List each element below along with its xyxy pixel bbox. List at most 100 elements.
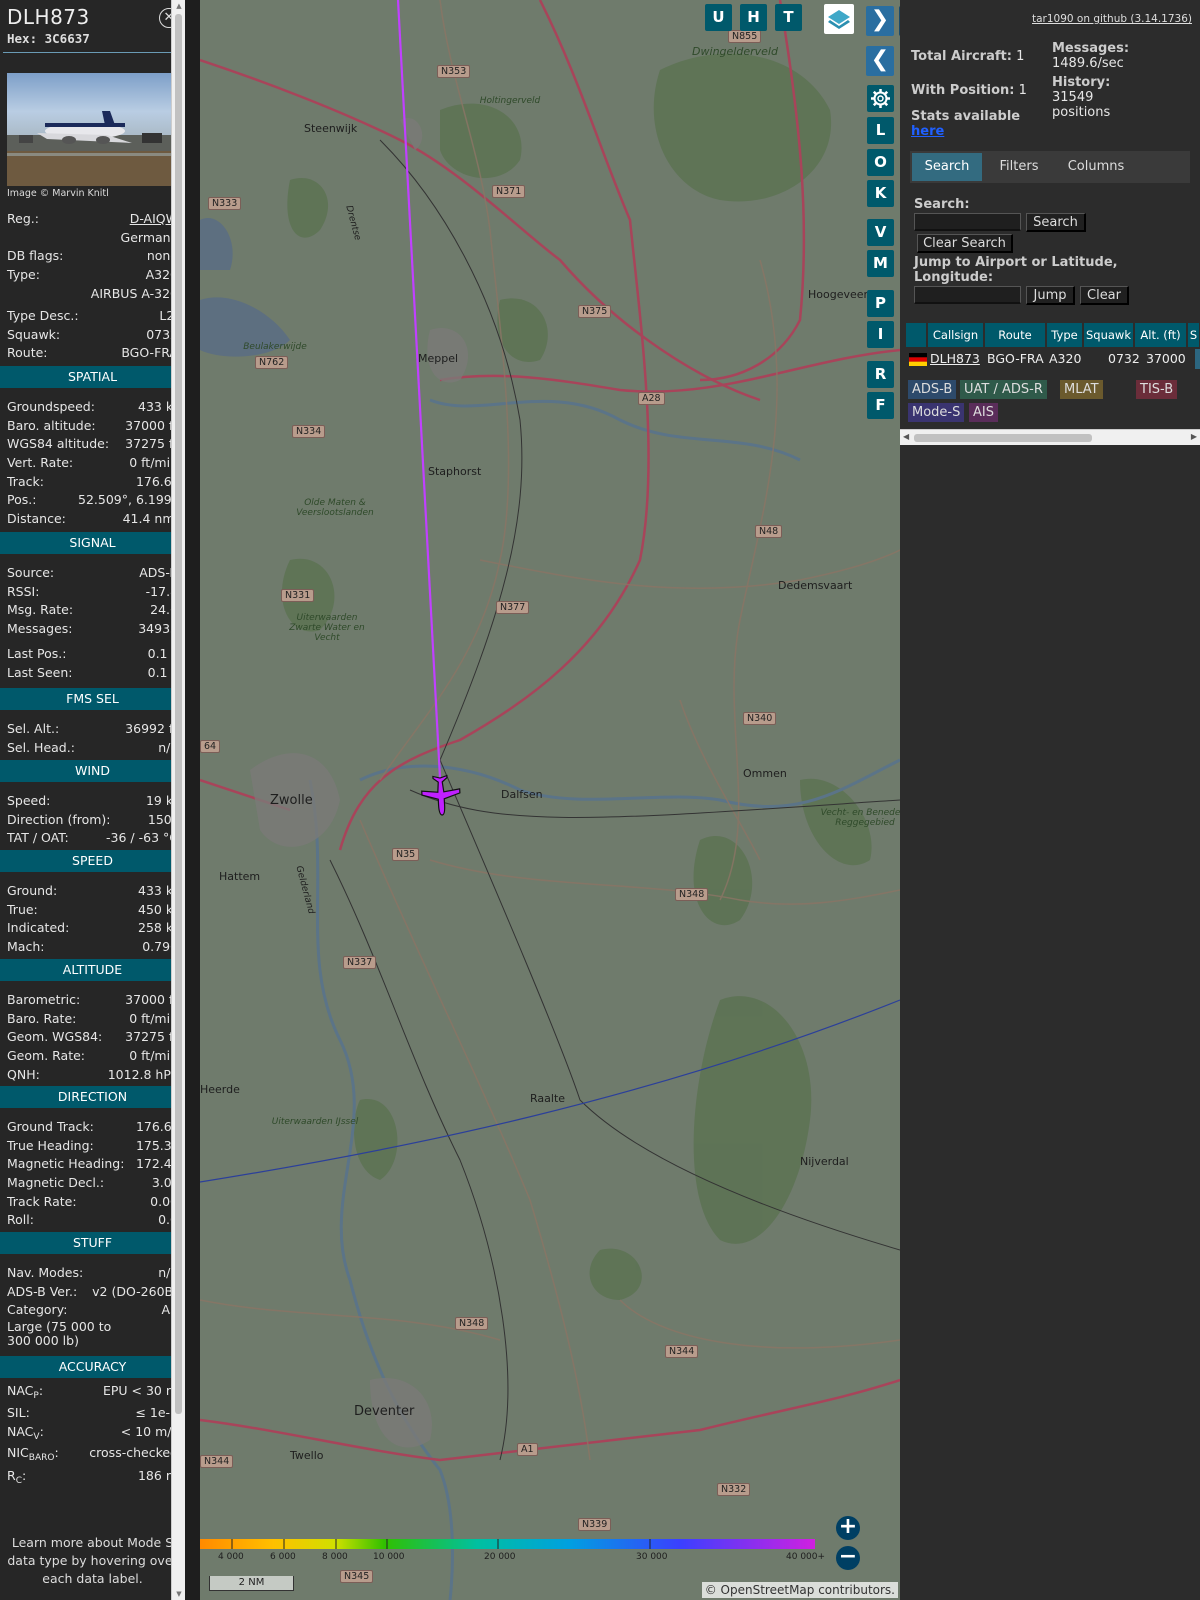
button-t[interactable]: T [775,4,802,31]
clear-search-button[interactable]: Clear Search [917,234,1013,253]
accuracy-label: NACP: [7,1383,43,1401]
table-scrollbar[interactable]: ◀ ▶ [900,429,1200,445]
road-number-tag: N337 [343,956,377,969]
info-label: Magnetic Heading: [7,1156,125,1171]
tab-search[interactable]: Search [912,153,982,181]
search-button[interactable]: Search [1026,213,1086,232]
button-i[interactable]: I [867,321,894,348]
row-route: BGO-FRA [987,351,1044,366]
info-row: Reg.: D-AIQW [7,211,178,229]
expand-right-button[interactable]: ❯ [866,6,894,36]
messages-value: 1489.6/sec [1052,56,1124,71]
column-callsign[interactable]: Callsign [928,323,984,347]
info-row: Category: A3 [7,1302,178,1320]
info-scrollbar[interactable]: ▲ ▼ [171,0,185,1600]
info-label: WGS84 altitude: [7,436,110,451]
info-row: Last Seen: 0.1 s [7,665,178,683]
settings-button[interactable] [867,85,894,112]
info-label: Ground: [7,883,58,898]
info-label: TAT / OAT: [7,830,69,845]
button-u[interactable]: U [705,4,732,31]
scroll-up-icon[interactable]: ▲ [174,2,184,10]
info-value: 1012.8 hPa [107,1067,178,1082]
info-row: Messages: 34935 [7,621,178,639]
source-badge: ADS-B [908,380,957,399]
row-speed-cell [1195,349,1200,369]
scroll-thumb[interactable] [175,14,182,1414]
table-scroll-thumb[interactable] [914,434,1092,442]
button-o[interactable]: O [867,149,894,176]
germany-flag-icon [909,352,927,366]
info-row: Ground: 433 kt [7,883,178,901]
info-row: Speed: 19 kt [7,793,178,811]
info-row: Nav. Modes: n/a [7,1265,178,1283]
selected-callsign: DLH873 [7,5,90,29]
info-label: Groundspeed: [7,399,95,414]
jump-button[interactable]: Jump [1026,286,1075,305]
collapse-left-button[interactable]: ❮ [866,46,894,76]
scroll-left-icon[interactable]: ◀ [903,432,909,441]
map-attribution[interactable]: © OpenStreetMap contributors. [701,1582,898,1598]
jump-input[interactable] [914,286,1021,304]
column-route[interactable]: Route [985,323,1046,347]
altitude-tick-label: 30 000 [636,1552,668,1562]
row-callsign[interactable]: DLH873 [930,349,980,369]
scroll-down-icon[interactable]: ▼ [174,1590,184,1598]
road-number-tag: N334 [292,425,326,438]
info-row: Geom. Rate: 0 ft/min [7,1048,178,1066]
road-number-tag: N353 [437,65,471,78]
flag-column-header[interactable] [906,323,927,347]
info-row: Source: ADS-B [7,565,178,583]
zoom-in-button[interactable]: + [836,1516,860,1540]
column-squawk[interactable]: Squawk [1084,323,1134,347]
button-v[interactable]: V [867,219,894,246]
info-value: AIRBUS A-320 [90,286,178,301]
altitude-tick-label: 20 000 [484,1552,516,1562]
accuracy-label-text: SIL: [7,1405,30,1420]
tab-filters[interactable]: Filters [986,153,1052,181]
button-m[interactable]: M [867,250,894,277]
column-speed[interactable]: S [1188,323,1200,347]
info-row: Magnetic Heading: 172.4° [7,1156,178,1174]
plus-icon: + [838,1514,858,1539]
info-row: AIRBUS A-320 [7,286,178,304]
scroll-right-icon[interactable]: ▶ [1191,432,1197,441]
info-row: Groundspeed: 433 kt [7,399,178,417]
aircraft-info-panel: DLH873 Hex: 3C6637 ✕ Image © Marvin Knit… [0,0,185,1600]
place-label: Ommen [743,767,787,780]
column-type[interactable]: Type [1047,323,1083,347]
info-row: Track: 176.6° [7,474,178,492]
info-row: DB flags: none [7,248,178,266]
info-label: Route: [7,345,48,360]
github-link[interactable]: tar1090 on github (3.14.1736) [1032,13,1192,25]
layers-button[interactable] [824,4,854,34]
info-label: Speed: [7,793,51,808]
button-l[interactable]: L [867,117,894,144]
altitude-tick-label: 40 000+ [786,1552,826,1562]
zoom-out-button[interactable]: − [836,1546,860,1570]
button-h[interactable]: H [740,4,767,31]
search-input[interactable] [914,213,1021,231]
info-label: Ground Track: [7,1119,94,1134]
road-number-tag: N333 [208,197,242,210]
info-value: BGO-FRA [121,345,178,360]
aircraft-photo[interactable] [7,73,178,186]
section-header-fms-sel: FMS SEL [0,688,185,710]
info-row: WGS84 altitude: 37275 ft [7,436,178,454]
info-label: Reg.: [7,211,39,226]
stats-link[interactable]: here [911,124,944,139]
info-label: Distance: [7,511,66,526]
road-number-tag: N340 [743,712,777,725]
button-p[interactable]: P [867,290,894,317]
tab-columns[interactable]: Columns [1056,153,1136,181]
road-number-tag: N331 [281,589,315,602]
accuracy-label: RC: [7,1468,26,1486]
info-row: Indicated: 258 kt [7,920,178,938]
column-altitude[interactable]: Alt. (ft) [1135,323,1187,347]
button-r[interactable]: R [867,361,894,388]
gear-icon [871,89,890,108]
button-k[interactable]: K [867,180,894,207]
clear-button[interactable]: Clear [1080,286,1129,305]
map-view[interactable]: 4 000 6 000 8 000 10 000 20 000 30 000 40 000+… [200,0,900,1600]
button-f[interactable]: F [867,392,894,419]
